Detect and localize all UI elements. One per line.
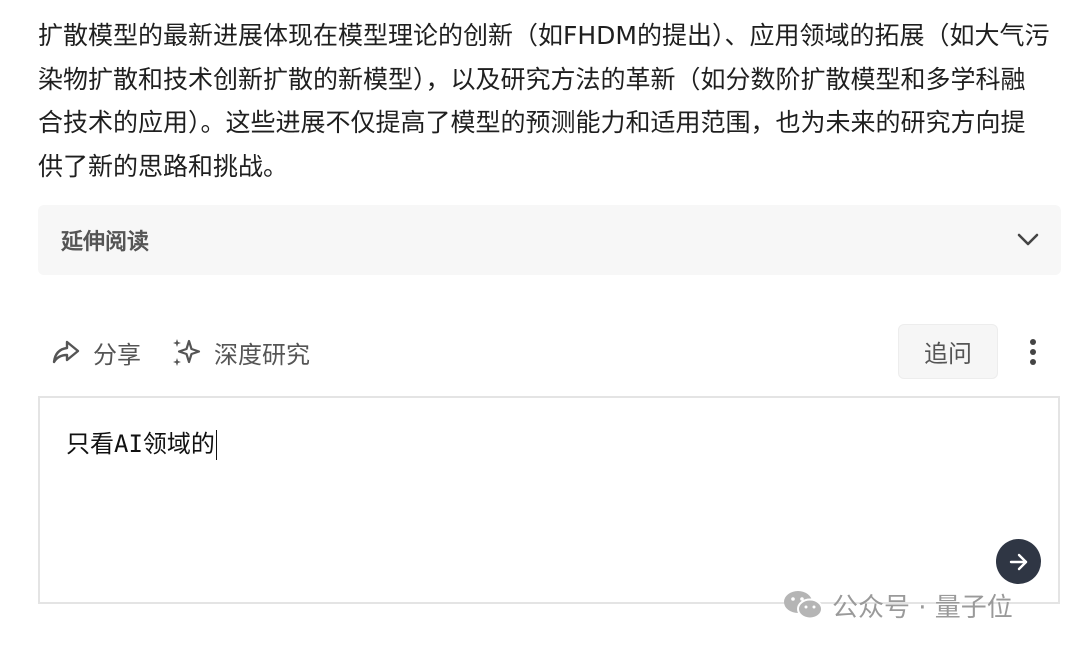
extended-reading-title: 延伸阅读 bbox=[61, 230, 150, 255]
followup-input[interactable]: 只看AI领域的 bbox=[66, 424, 218, 460]
extended-reading-panel[interactable]: 延伸阅读 bbox=[38, 205, 1061, 275]
followup-button[interactable]: 追问 bbox=[898, 324, 998, 379]
answer-paragraph: 扩散模型的最新进展体现在模型理论的创新（如FHDM的提出）、应用领域的拓展（如大… bbox=[38, 21, 1050, 181]
deep-research-button[interactable]: 深度研究 bbox=[171, 335, 310, 370]
followup-input-box[interactable]: 只看AI领域的 bbox=[38, 396, 1060, 604]
followup-input-value: 只看AI领域的 bbox=[66, 430, 215, 458]
share-label: 分享 bbox=[93, 340, 141, 369]
more-vertical-icon[interactable] bbox=[1018, 331, 1048, 373]
answer-actions: 分享 深度研究 bbox=[50, 324, 340, 380]
watermark: 公众号 · 量子位 bbox=[782, 585, 1013, 625]
chevron-down-icon[interactable] bbox=[1015, 227, 1041, 253]
share-icon bbox=[50, 336, 82, 368]
sparkle-icon bbox=[171, 336, 203, 368]
watermark-text: 公众号 · 量子位 bbox=[832, 592, 1013, 623]
share-button[interactable]: 分享 bbox=[50, 335, 141, 370]
wechat-icon bbox=[782, 587, 824, 623]
arrow-right-icon bbox=[1008, 552, 1030, 572]
deep-research-label: 深度研究 bbox=[214, 340, 310, 369]
send-button[interactable] bbox=[996, 539, 1041, 584]
text-caret bbox=[215, 430, 218, 460]
